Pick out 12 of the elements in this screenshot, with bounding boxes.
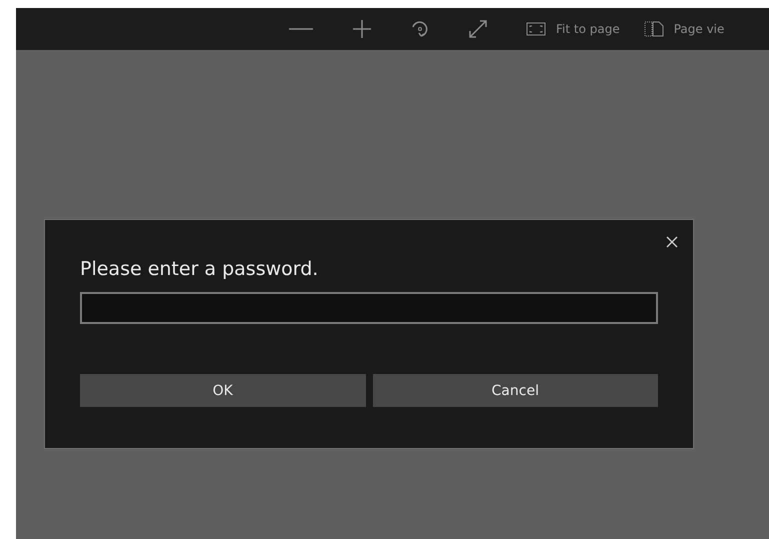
cancel-button[interactable]: Cancel xyxy=(372,374,658,407)
page-icon xyxy=(644,21,664,37)
password-field[interactable] xyxy=(80,292,658,324)
fit-to-page-icon xyxy=(526,22,546,36)
page-view-button[interactable]: Page vie xyxy=(644,21,724,37)
ok-button[interactable]: OK xyxy=(80,374,366,407)
rotate-icon[interactable] xyxy=(410,19,430,39)
expand-icon[interactable] xyxy=(468,19,488,39)
dialog-title: Please enter a password. xyxy=(80,258,320,280)
fit-to-page-button[interactable]: Fit to page xyxy=(526,22,620,36)
zoom-in-icon[interactable] xyxy=(352,19,372,39)
close-icon[interactable] xyxy=(666,236,678,248)
